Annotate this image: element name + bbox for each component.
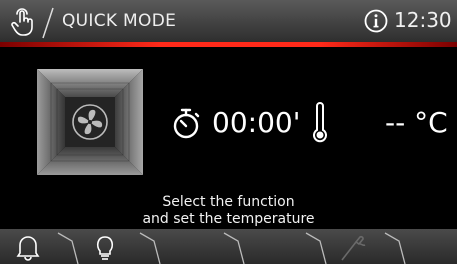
header-divider [42,7,54,39]
tab-divider [223,232,245,264]
meat-probe-icon [341,235,366,261]
tab-meat-probe[interactable] [328,229,386,264]
tab-light[interactable] [80,229,140,264]
temperature-value[interactable]: -- °C [385,106,448,139]
fan-function-button[interactable] [37,69,143,175]
tab-divider [139,232,161,264]
instruction-line-2: and set the temperature [142,211,315,227]
clock: 12:30 [394,8,452,32]
thermometer-icon [312,102,328,144]
info-icon[interactable] [364,9,388,33]
stopwatch-icon [171,107,201,141]
accent-line [0,42,457,47]
bell-icon [16,236,40,261]
tab-empty-1[interactable] [162,229,222,264]
tab-empty-3[interactable] [407,229,457,264]
tab-alarm[interactable] [0,229,56,264]
touch-hand-icon[interactable] [8,7,38,37]
timer-value[interactable]: 00:00' [212,106,300,139]
tab-divider [57,232,79,264]
instruction-line-1: Select the function [162,194,295,210]
tab-divider [305,232,327,264]
mode-title: QUICK MODE [62,11,177,31]
instruction-message: Select the function and set the temperat… [0,194,457,228]
bulb-icon [96,236,114,260]
tab-empty-2[interactable] [246,229,306,264]
tab-divider [384,232,406,264]
